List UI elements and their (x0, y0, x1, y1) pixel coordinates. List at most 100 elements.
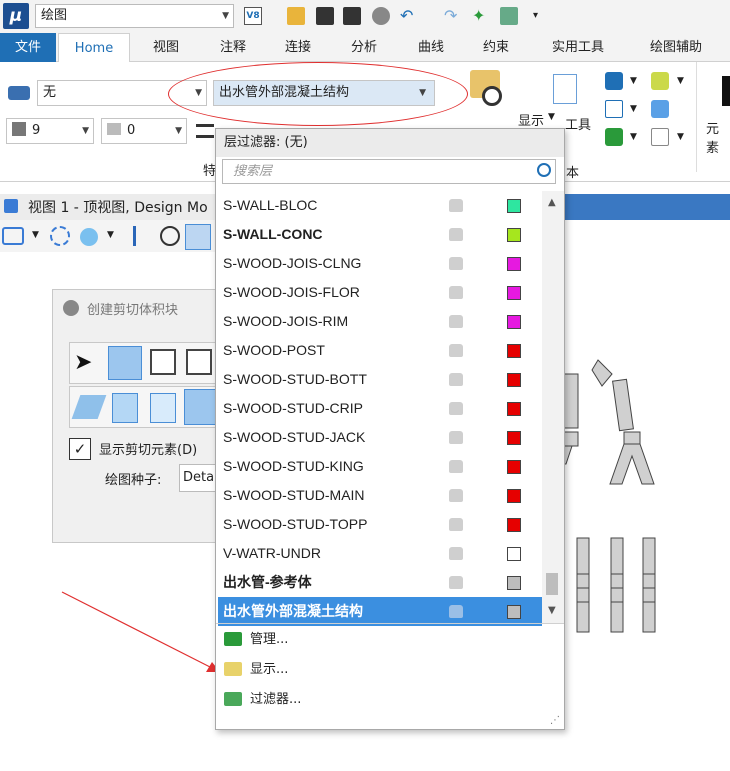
document-icon[interactable] (553, 74, 577, 104)
layer-color-swatch[interactable] (507, 344, 521, 358)
tab-view[interactable]: 视图 (140, 33, 192, 62)
layer-color-swatch[interactable] (507, 431, 521, 445)
tab-home[interactable]: Home (58, 33, 130, 63)
scrollbar-thumb[interactable] (546, 573, 558, 595)
layer-row[interactable]: S-WOOD-JOIS-FLOR (218, 278, 542, 307)
brush-icon[interactable] (133, 226, 149, 246)
manage-layers-menu-item[interactable]: 管理... (218, 625, 562, 654)
lock-icon[interactable] (449, 402, 463, 415)
layer-row[interactable]: S-WOOD-JOIS-CLNG (218, 249, 542, 278)
app-logo[interactable]: μ (3, 3, 29, 29)
plane-icon[interactable] (71, 395, 107, 419)
lock-icon[interactable] (449, 373, 463, 386)
clip-by-element-icon[interactable] (186, 349, 212, 375)
tool-label[interactable]: 工具 (565, 114, 591, 133)
stack-icon[interactable] (651, 72, 669, 90)
element-selection-icon[interactable] (722, 76, 730, 106)
layer-row[interactable]: 出水管外部混凝土结构 (218, 597, 542, 626)
layer-color-swatch[interactable] (507, 547, 521, 561)
layer-row[interactable]: S-WOOD-STUD-KING (218, 452, 542, 481)
resize-grip-icon[interactable]: ⋰ (550, 715, 560, 726)
tab-analyze[interactable]: 分析 (338, 33, 390, 62)
layer-color-swatch[interactable] (507, 257, 521, 271)
lock-icon[interactable] (449, 489, 463, 502)
layer-row[interactable]: S-WOOD-STUD-BOTT (218, 365, 542, 394)
display-style-icon[interactable] (50, 226, 70, 246)
color-combo[interactable]: 9 ▼ (6, 118, 94, 144)
save-settings-icon[interactable] (343, 7, 361, 25)
filter-layers-menu-item[interactable]: 过滤器... (218, 685, 562, 714)
lock-icon[interactable] (449, 228, 463, 241)
tab-constraints[interactable]: 约束 (470, 33, 522, 62)
info-icon[interactable] (651, 100, 669, 118)
workspace-combo[interactable]: 绘图 ▼ (35, 4, 234, 28)
clip-by-view-icon[interactable] (108, 346, 142, 380)
layer-row[interactable]: S-WOOD-STUD-CRIP (218, 394, 542, 423)
customize-icon[interactable]: ▾ (533, 7, 551, 25)
layer-row[interactable]: S-WALL-CONC (218, 220, 542, 249)
layer-row[interactable]: S-WOOD-STUD-MAIN (218, 481, 542, 510)
layer-search-input[interactable]: 搜索层 (222, 159, 556, 184)
lock-icon[interactable] (449, 431, 463, 444)
lock-icon[interactable] (449, 576, 463, 589)
layers-icon[interactable] (605, 128, 623, 146)
display-layers-menu-item[interactable]: 显示... (218, 655, 562, 684)
cell-icon[interactable] (605, 72, 623, 90)
weight-combo[interactable]: 0 ▼ (101, 118, 187, 144)
layer-color-swatch[interactable] (507, 199, 521, 213)
layer-color-swatch[interactable] (507, 605, 521, 619)
layer-row[interactable]: S-WALL-BLOC (218, 191, 542, 220)
lock-icon[interactable] (449, 518, 463, 531)
v8-icon[interactable]: V8 (244, 7, 262, 25)
clip-by-shape-icon[interactable] (150, 349, 176, 375)
cursor-icon[interactable]: ➤ (74, 349, 102, 377)
print-icon[interactable] (500, 7, 518, 25)
lock-icon[interactable] (449, 199, 463, 212)
layer-row[interactable]: S-WOOD-STUD-JACK (218, 423, 542, 452)
settings-icon[interactable] (372, 7, 390, 25)
layer-color-swatch[interactable] (507, 286, 521, 300)
element-label[interactable]: 元素 (706, 118, 730, 156)
pin-icon[interactable]: ✦ (472, 7, 490, 25)
save-icon[interactable] (316, 7, 334, 25)
tab-connect[interactable]: 连接 (272, 33, 324, 62)
scroll-up-icon[interactable]: ▲ (548, 197, 556, 208)
scroll-down-icon[interactable]: ▼ (548, 605, 556, 616)
box-side-icon[interactable] (150, 393, 176, 423)
layer-color-swatch[interactable] (507, 576, 521, 590)
view-attributes-icon[interactable] (2, 227, 24, 245)
layer-row[interactable]: V-WATR-UNDR (218, 539, 542, 568)
level-manager-icon[interactable] (8, 86, 30, 100)
tab-utilities[interactable]: 实用工具 (540, 33, 616, 62)
layer-row[interactable]: S-WOOD-STUD-TOPP (218, 510, 542, 539)
layer-color-swatch[interactable] (507, 402, 521, 416)
diagonal-icon[interactable] (184, 389, 218, 425)
tab-drawing-aids[interactable]: 绘图辅助 (636, 33, 716, 62)
tab-file[interactable]: 文件 (0, 33, 56, 62)
redo-icon[interactable]: ↷ (444, 7, 462, 25)
lighting-icon[interactable] (80, 228, 98, 246)
zoom-in-icon[interactable] (160, 226, 180, 246)
lock-icon[interactable] (449, 344, 463, 357)
lock-icon[interactable] (449, 286, 463, 299)
search-icon[interactable] (537, 163, 551, 177)
open-folder-icon[interactable] (287, 7, 305, 25)
lock-icon[interactable] (449, 257, 463, 270)
layer-color-swatch[interactable] (507, 460, 521, 474)
lock-icon[interactable] (449, 315, 463, 328)
layer-color-swatch[interactable] (507, 315, 521, 329)
text-icon[interactable] (605, 100, 623, 118)
layer-row[interactable]: S-WOOD-POST (218, 336, 542, 365)
tab-annotate[interactable]: 注释 (207, 33, 259, 62)
lock-icon[interactable] (449, 605, 463, 618)
lock-icon[interactable] (449, 547, 463, 560)
box-front-icon[interactable] (112, 393, 138, 423)
layer-color-swatch[interactable] (507, 373, 521, 387)
show-clip-checkbox[interactable]: ✓ (69, 438, 91, 460)
seed-combo[interactable]: Deta (179, 464, 218, 492)
layer-color-swatch[interactable] (507, 518, 521, 532)
lock-icon[interactable] (449, 460, 463, 473)
layer-row[interactable]: S-WOOD-JOIS-RIM (218, 307, 542, 336)
layer-row[interactable]: 出水管-参考体 (218, 568, 542, 597)
line-style-icon[interactable] (196, 124, 214, 138)
